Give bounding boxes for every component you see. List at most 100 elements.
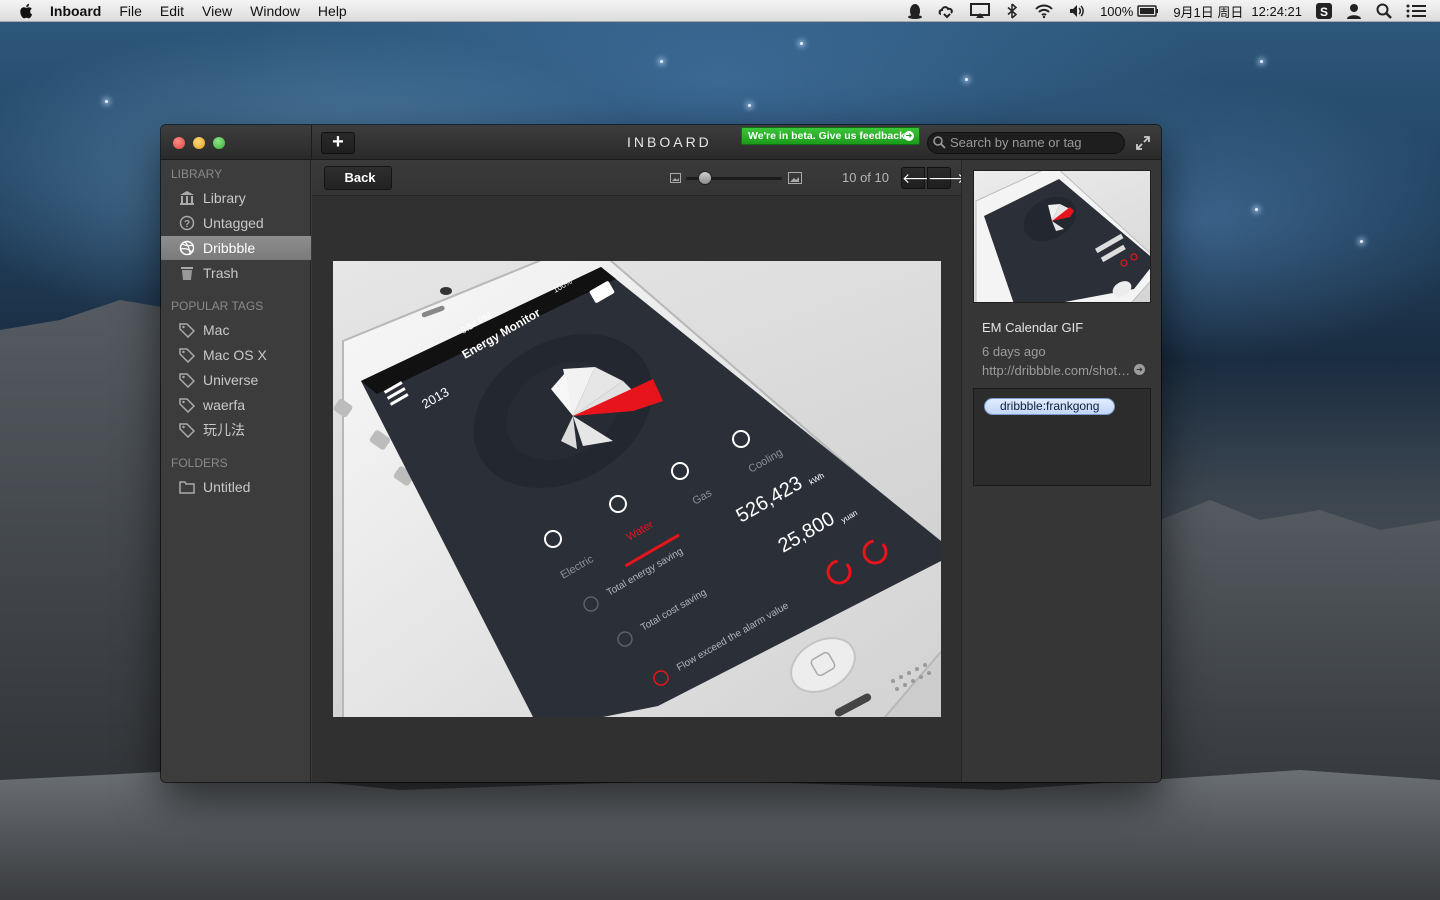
airplay-icon[interactable]: [970, 3, 991, 19]
star: [105, 100, 108, 103]
sidebar-tag-wanerfa[interactable]: 玩儿法: [161, 418, 311, 442]
beta-feedback-label: We're in beta. Give us feedback: [748, 130, 905, 142]
sidebar-tag-universe[interactable]: Universe: [161, 368, 311, 392]
preview-thumbnail[interactable]: [973, 170, 1151, 303]
close-window-button[interactable]: [173, 137, 185, 149]
open-url-arrow-icon[interactable]: ➜: [1134, 364, 1145, 375]
star: [1360, 240, 1363, 243]
folder-icon: [179, 479, 195, 495]
tag-icon: [179, 372, 195, 388]
menu-window[interactable]: Window: [250, 3, 300, 19]
user-icon[interactable]: [1346, 3, 1362, 19]
menubar-date[interactable]: 9月1日 周日: [1173, 2, 1243, 21]
battery-percent[interactable]: 100%: [1100, 4, 1133, 19]
sidebar-item-label: Untitled: [203, 479, 251, 495]
sidebar-item-label: Dribbble: [203, 240, 256, 256]
sidebar-item-label: Universe: [203, 372, 259, 388]
arrow-right-icon: 🡒: [928, 170, 966, 186]
section-header-library: LIBRARY: [171, 167, 223, 181]
star: [800, 42, 803, 45]
cloud-icon[interactable]: [938, 3, 956, 19]
menu-bar: Inboard File Edit View Window Help 100% …: [0, 0, 1440, 22]
menu-edit[interactable]: Edit: [160, 3, 184, 19]
menu-view[interactable]: View: [202, 3, 232, 19]
arrow-right-icon: ➜: [904, 131, 914, 141]
tag-icon: [179, 422, 195, 438]
search-icon: [933, 136, 946, 149]
titlebar-divider: [311, 125, 312, 160]
preview-image[interactable]: 9:54 PM 100% Energy Monitor 2013 Electri…: [333, 261, 941, 717]
main-pane: Back 10 of 10 🡐 🡒 9:54 PM 100% Energy Mo…: [312, 160, 966, 782]
item-date: 6 days ago: [982, 344, 1046, 359]
sidebar-tag-mac[interactable]: Mac: [161, 318, 311, 342]
wifi-icon[interactable]: [1034, 3, 1054, 19]
sidebar-item-label: Mac OS X: [203, 347, 267, 363]
zoom-slider-knob[interactable]: [698, 171, 713, 185]
qq-icon[interactable]: [906, 2, 924, 20]
menu-app-name[interactable]: Inboard: [50, 3, 101, 19]
sidebar-item-label: waerfa: [203, 397, 246, 413]
fullscreen-icon[interactable]: [1135, 135, 1151, 151]
star: [1255, 208, 1258, 211]
star: [748, 104, 751, 107]
sogou-input-icon[interactable]: S: [1316, 3, 1332, 19]
star: [1260, 60, 1263, 63]
add-item-button[interactable]: +: [321, 132, 355, 154]
sidebar-item-trash[interactable]: Trash: [161, 261, 311, 285]
sidebar-item-label: 玩儿法: [203, 422, 245, 438]
star: [965, 78, 968, 81]
tag-icon: [179, 322, 195, 338]
section-header-folders: FOLDERS: [171, 456, 228, 470]
search-placeholder: Search by name or tag: [950, 135, 1082, 150]
previous-button[interactable]: 🡐: [901, 167, 940, 189]
star: [660, 60, 663, 63]
tag-icon: [179, 347, 195, 363]
dribbble-icon: [179, 240, 195, 256]
next-button[interactable]: 🡒: [927, 167, 966, 189]
svg-text:?: ?: [184, 219, 190, 230]
notification-center-icon[interactable]: [1406, 3, 1426, 19]
title-bar: + INBOARD We're in beta. Give us feedbac…: [161, 125, 1161, 160]
minimize-window-button[interactable]: [193, 137, 205, 149]
sidebar-folder-untitled[interactable]: Untitled: [161, 475, 311, 499]
zoom-out-image-icon[interactable]: [670, 173, 681, 183]
tag-icon: [179, 397, 195, 413]
sidebar-item-untagged[interactable]: ? Untagged: [161, 211, 311, 235]
viewer-toolbar: Back 10 of 10 🡐 🡒: [312, 160, 966, 196]
back-button[interactable]: Back: [324, 166, 392, 190]
sidebar-item-label: Untagged: [203, 215, 264, 231]
search-field[interactable]: Search by name or tag: [927, 132, 1125, 154]
trash-icon: [179, 265, 195, 281]
question-icon: ?: [179, 215, 195, 231]
sidebar: LIBRARY Library ? Untagged Dribbble Tras…: [161, 160, 311, 782]
apple-logo-icon[interactable]: [18, 2, 36, 20]
sidebar-item-label: Mac: [203, 322, 230, 338]
back-button-label: Back: [344, 170, 376, 185]
section-header-popular-tags: POPULAR TAGS: [171, 299, 264, 313]
menu-help[interactable]: Help: [318, 3, 347, 19]
svg-text:S: S: [1320, 5, 1328, 19]
zoom-window-button[interactable]: [213, 137, 225, 149]
zoom-in-image-icon[interactable]: [788, 172, 802, 184]
bluetooth-icon[interactable]: [1004, 3, 1020, 19]
menubar-time[interactable]: 12:24:21: [1251, 4, 1302, 19]
inspector-panel: EM Calendar GIF 6 days ago http://dribbb…: [961, 160, 1161, 782]
beta-feedback-button[interactable]: We're in beta. Give us feedback ➜: [741, 127, 920, 145]
battery-icon[interactable]: [1137, 5, 1159, 17]
item-counter: 10 of 10: [842, 170, 889, 185]
sidebar-tag-waerfa[interactable]: waerfa: [161, 393, 311, 417]
tag-token[interactable]: dribbble:frankgong: [984, 398, 1116, 415]
phone-mockup-illustration: 9:54 PM 100% Energy Monitor 2013 Electri…: [333, 261, 941, 717]
sidebar-item-label: Library: [203, 190, 246, 206]
volume-icon[interactable]: [1068, 3, 1086, 19]
window-title: INBOARD: [627, 134, 712, 150]
item-source-url[interactable]: http://dribbble.com/shots/1208355: [982, 363, 1132, 378]
sidebar-item-dribbble[interactable]: Dribbble: [161, 236, 311, 260]
sidebar-item-label: Trash: [203, 265, 239, 281]
tags-field[interactable]: dribbble:frankgong: [973, 388, 1151, 486]
status-area: 100% 9月1日 周日 12:24:21 S: [906, 0, 1440, 22]
spotlight-search-icon[interactable]: [1376, 3, 1392, 19]
menu-file[interactable]: File: [119, 3, 142, 19]
sidebar-tag-mac-os-x[interactable]: Mac OS X: [161, 343, 311, 367]
sidebar-item-library[interactable]: Library: [161, 186, 311, 210]
